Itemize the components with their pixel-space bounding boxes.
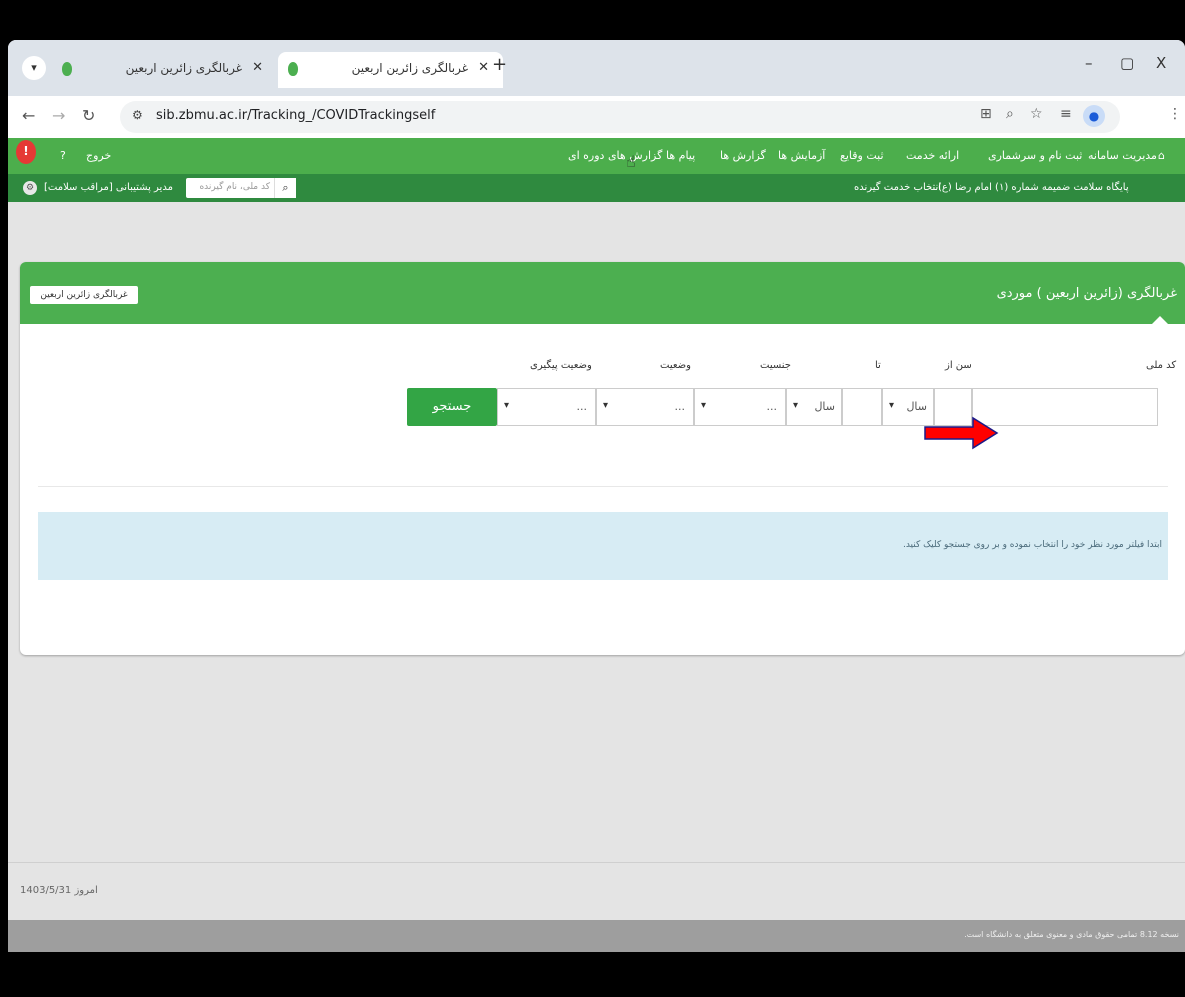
section-divider xyxy=(38,486,1168,487)
age-to-input[interactable] xyxy=(842,388,882,426)
reading-list-icon[interactable]: ≡ xyxy=(1060,106,1072,122)
gender-select[interactable]: ... ▾ xyxy=(694,388,786,426)
tab-strip: ▾ غربالگری زائرین اربعین ✕ غربالگری زائر… xyxy=(8,40,1185,96)
screening-list-button[interactable]: غربالگری زائرین اربعین xyxy=(30,286,138,304)
page-footer: امروز 1403/5/31 xyxy=(8,862,1185,920)
forward-arrow-icon[interactable]: → xyxy=(52,106,65,125)
menu-item-tests[interactable]: آزمایش ها xyxy=(778,149,825,162)
tab-title: غربالگری زائرین اربعین xyxy=(125,61,242,75)
page-content: غربالگری زائرین اربعین غربالگری (زائرین … xyxy=(8,202,1185,932)
exit-link[interactable]: خروج xyxy=(86,149,111,162)
back-arrow-icon[interactable]: ← xyxy=(22,106,35,125)
new-tab-button[interactable]: + xyxy=(492,54,507,75)
status-label: وضعیت xyxy=(660,360,691,371)
panel-header: غربالگری زائرین اربعین غربالگری (زائرین … xyxy=(20,262,1185,325)
tab-favicon-icon xyxy=(62,62,72,76)
more-menu-icon[interactable]: ⋮ xyxy=(1168,106,1182,122)
reload-icon[interactable]: ↻ xyxy=(82,106,95,125)
today-date: امروز 1403/5/31 xyxy=(20,885,98,896)
tab-favicon-icon xyxy=(288,62,298,76)
page-title: غربالگری (زائرین اربعین ) موردی xyxy=(996,286,1177,301)
age-to-label: تا xyxy=(875,360,881,371)
chevron-down-icon: ▾ xyxy=(889,400,895,411)
patient-search-input[interactable]: کد ملی، نام گیرنده xyxy=(186,178,276,198)
profile-avatar-icon[interactable]: ● xyxy=(1083,105,1105,127)
menu-item-registration[interactable]: ثبت نام و سرشماری xyxy=(988,149,1082,162)
tab-close-icon[interactable]: ✕ xyxy=(252,60,263,75)
minimize-button[interactable]: – xyxy=(1085,54,1093,72)
national-code-input[interactable] xyxy=(972,388,1158,426)
bookmark-star-icon[interactable]: ☆ xyxy=(1030,106,1043,122)
help-icon[interactable]: ? xyxy=(60,149,66,162)
chevron-down-icon: ▾ xyxy=(504,400,510,411)
national-code-label: کد ملی xyxy=(1146,360,1177,371)
translate-icon[interactable]: ⊞ xyxy=(980,106,992,122)
zoom-icon[interactable]: ⌕ xyxy=(1006,106,1014,122)
chevron-down-icon: ▾ xyxy=(701,400,707,411)
tab-search-menu-button[interactable]: ▾ xyxy=(22,56,46,80)
app-main-menu-bar: ! ? خروج ⌂ مدیریت سامانه ثبت نام و سرشما… xyxy=(8,138,1185,174)
address-bar[interactable]: ⚙ sib.zbmu.ac.ir/Tracking_/COVIDTracking… xyxy=(120,101,1120,133)
maximize-button[interactable]: ▢ xyxy=(1120,54,1134,72)
mouse-cursor-icon: ☝ xyxy=(626,152,636,171)
tab-inactive[interactable]: غربالگری زائرین اربعین ✕ xyxy=(52,52,277,88)
header-notch xyxy=(1151,316,1169,325)
chevron-down-icon: ▾ xyxy=(603,400,609,411)
user-role-label[interactable]: مدیر پشتیبانی [مراقب سلامت] xyxy=(44,182,173,193)
app-context-bar: ⚙ مدیر پشتیبانی [مراقب سلامت] کد ملی، نا… xyxy=(8,174,1185,202)
notification-alert-icon[interactable]: ! xyxy=(16,140,36,164)
tab-close-icon[interactable]: ✕ xyxy=(478,60,489,75)
red-arrow-icon xyxy=(924,416,999,450)
age-from-label: سن از xyxy=(945,360,972,371)
menu-item-messages[interactable]: پیام ها xyxy=(666,149,695,162)
settings-icon[interactable]: ⚙ xyxy=(23,181,37,195)
menu-item-system-management[interactable]: مدیریت سامانه xyxy=(1088,149,1157,162)
menu-item-periodic-reports[interactable]: گزارش های دوره ای xyxy=(568,149,662,162)
screen-frame: ▾ غربالگری زائرین اربعین ✕ غربالگری زائر… xyxy=(0,0,1185,997)
chevron-down-icon: ▾ xyxy=(793,400,799,411)
tab-active[interactable]: غربالگری زائرین اربعین ✕ xyxy=(278,52,503,88)
gender-label: جنسیت xyxy=(760,360,791,371)
status-select[interactable]: ... ▾ xyxy=(596,388,694,426)
url-text: sib.zbmu.ac.ir/Tracking_/COVIDTrackingse… xyxy=(156,108,436,123)
search-button[interactable]: جستجو xyxy=(407,388,497,426)
tab-title: غربالگری زائرین اربعین xyxy=(351,61,468,75)
close-window-button[interactable]: X xyxy=(1156,54,1166,72)
browser-navbar: ← → ↻ ⚙ sib.zbmu.ac.ir/Tracking_/COVIDTr… xyxy=(8,96,1185,138)
site-info-icon[interactable]: ⚙ xyxy=(132,108,143,122)
menu-item-reports[interactable]: گزارش ها xyxy=(720,149,766,162)
facility-selector[interactable]: پایگاه سلامت ضمیمه شماره (۱) امام رضا (ع… xyxy=(938,182,1129,193)
version-info: نسخه 8.12 تمامی حقوق مادی و معنوی متعلق … xyxy=(964,930,1179,939)
browser-window: ▾ غربالگری زائرین اربعین ✕ غربالگری زائر… xyxy=(8,40,1185,952)
status-bar: نسخه 8.12 تمامی حقوق مادی و معنوی متعلق … xyxy=(8,920,1185,952)
search-icon[interactable]: ⌕ xyxy=(274,178,296,198)
followup-status-select[interactable]: ... ▾ xyxy=(497,388,596,426)
info-alert: ابتدا فیلتر مورد نظر خود را انتخاب نموده… xyxy=(38,512,1168,580)
followup-status-label: وضعیت پیگیری xyxy=(530,360,592,371)
screening-panel: غربالگری زائرین اربعین غربالگری (زائرین … xyxy=(20,262,1185,655)
menu-item-events[interactable]: ثبت وقایع xyxy=(840,149,884,162)
home-icon[interactable]: ⌂ xyxy=(1158,149,1165,162)
info-message: ابتدا فیلتر مورد نظر خود را انتخاب نموده… xyxy=(902,540,1162,550)
age-to-unit-select[interactable]: سال ▾ xyxy=(786,388,842,426)
select-service-recipient[interactable]: انتخاب خدمت گیرنده xyxy=(854,182,941,193)
menu-item-service[interactable]: ارائه خدمت xyxy=(906,149,959,162)
